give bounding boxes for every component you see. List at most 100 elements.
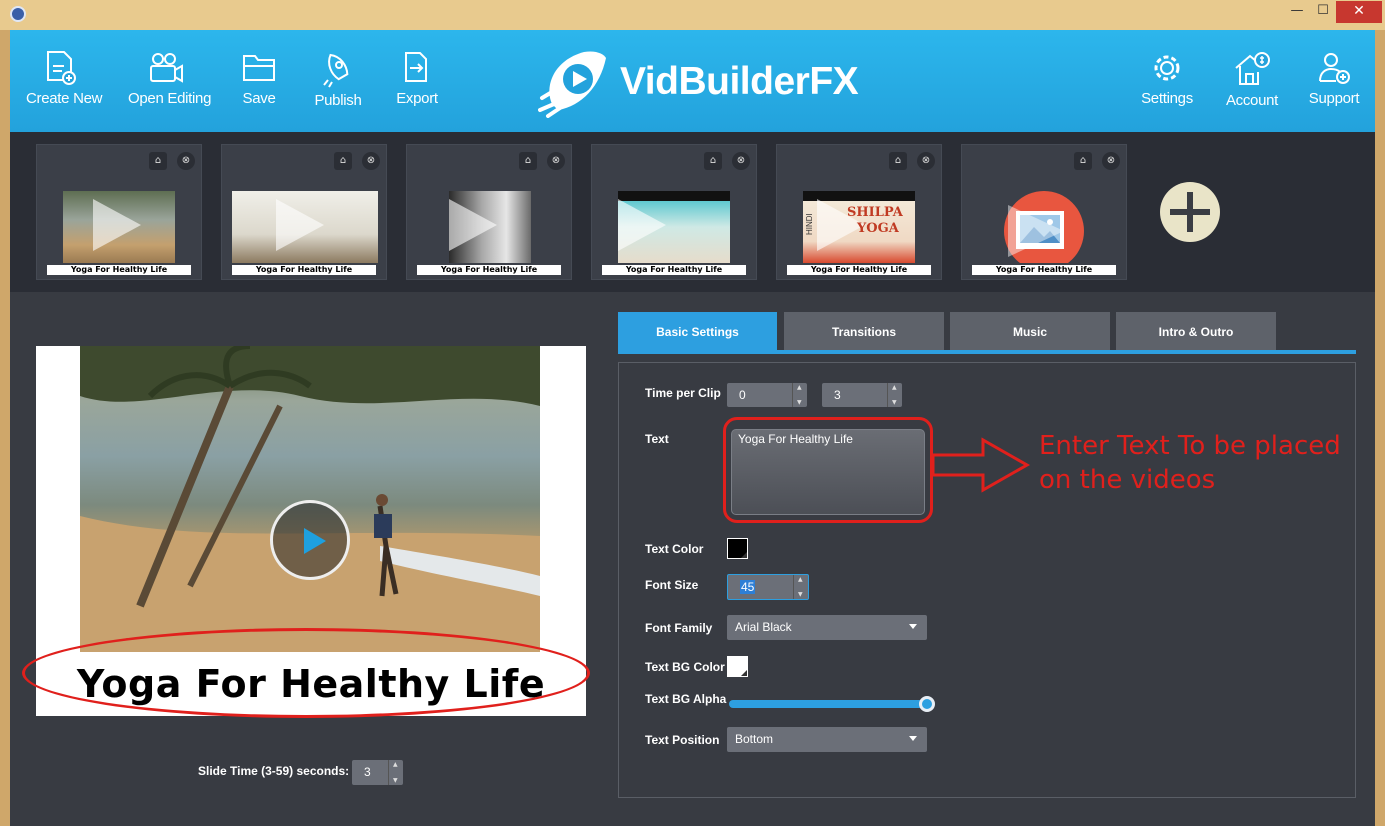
text-bg-alpha-slider[interactable] (729, 700, 931, 708)
play-icon (93, 199, 141, 251)
open-editing-button[interactable]: Open Editing (128, 50, 211, 130)
text-color-picker[interactable] (727, 538, 748, 559)
clip-thumbnail (449, 191, 531, 263)
save-label: Save (242, 90, 276, 107)
font-size-label: Font Size (645, 578, 699, 592)
title-bar: — ☐ ✕ (0, 0, 1385, 30)
text-position-value: Bottom (735, 732, 774, 746)
app-icon (10, 6, 26, 22)
text-bg-color-picker[interactable] (727, 656, 748, 677)
clip-thumbnail (232, 191, 378, 263)
clip-card[interactable]: ⌂ ⊗ Yoga For Healthy Life (36, 144, 202, 280)
clip-caption: Yoga For Healthy Life (232, 265, 376, 275)
set-cover-icon[interactable]: ⌂ (334, 152, 352, 170)
remove-clip-icon[interactable]: ⊗ (362, 152, 380, 170)
slide-time-stepper[interactable]: 3 (352, 760, 403, 785)
window-border-left (0, 30, 10, 826)
time-per-clip-minutes-value: 0 (739, 388, 746, 402)
text-position-label: Text Position (645, 733, 720, 747)
remove-clip-icon[interactable]: ⊗ (177, 152, 195, 170)
tab-basic-settings[interactable]: Basic Settings (618, 312, 777, 351)
clip-caption: Yoga For Healthy Life (602, 265, 746, 275)
preview-video[interactable] (80, 346, 540, 652)
maximize-button[interactable]: ☐ (1310, 1, 1336, 23)
text-label: Text (645, 432, 669, 446)
account-button[interactable]: Account (1224, 50, 1280, 130)
new-document-icon (47, 51, 76, 85)
clip-card[interactable]: ⌂ ⊗ Yoga For Healthy Life (221, 144, 387, 280)
close-button[interactable]: ✕ (1336, 1, 1382, 23)
folder-icon (243, 55, 275, 81)
window-border-right (1375, 30, 1385, 826)
stepper-arrows[interactable] (388, 760, 403, 785)
support-button[interactable]: Support (1306, 50, 1362, 130)
set-cover-icon[interactable]: ⌂ (704, 152, 722, 170)
clip-thumbnail: SHILPA YOGA HINDI (803, 191, 915, 263)
font-family-select[interactable]: Arial Black (727, 615, 927, 640)
add-clip-button[interactable] (1160, 182, 1220, 242)
image-placeholder-icon (1004, 191, 1084, 263)
font-size-stepper[interactable]: 45 (727, 574, 809, 600)
stepper-arrows[interactable] (792, 383, 807, 407)
create-new-label: Create New (26, 90, 103, 107)
set-cover-icon[interactable]: ⌂ (889, 152, 907, 170)
clip-card[interactable]: ⌂ ⊗ Yoga For Healthy Life (961, 144, 1127, 280)
clip-card[interactable]: ⌂ ⊗ Yoga For Healthy Life (591, 144, 757, 280)
tab-intro-outro[interactable]: Intro & Outro (1116, 312, 1276, 351)
time-per-clip-minutes-stepper[interactable]: 0 (727, 383, 807, 407)
chevron-down-icon (909, 736, 917, 741)
set-cover-icon[interactable]: ⌂ (519, 152, 537, 170)
tab-transitions[interactable]: Transitions (784, 312, 944, 351)
play-button[interactable] (270, 500, 350, 580)
clip-thumbnail (1004, 191, 1086, 263)
callout-arrow-icon (931, 437, 1031, 493)
clip-card[interactable]: ⌂ ⊗ SHILPA YOGA HINDI Yoga For Healthy L… (776, 144, 942, 280)
editor-main: Yoga For Healthy Life Slide Time (3-59) … (10, 292, 1375, 826)
play-icon (449, 199, 497, 251)
publish-button[interactable]: Publish (310, 50, 366, 130)
save-button[interactable]: Save (236, 50, 282, 130)
rocket-play-logo-icon (538, 51, 606, 118)
settings-button[interactable]: Settings (1138, 50, 1196, 130)
thumb-title: SHILPA YOGA (847, 205, 903, 237)
remove-clip-icon[interactable]: ⊗ (1102, 152, 1120, 170)
play-icon (276, 199, 324, 251)
stepper-arrows[interactable] (887, 383, 902, 407)
settings-label: Settings (1141, 90, 1193, 107)
basic-settings-panel: Time per Clip 0 3 Text Yoga For Healthy … (618, 362, 1356, 798)
clip-caption: Yoga For Healthy Life (417, 265, 561, 275)
stepper-arrows[interactable] (793, 575, 808, 599)
app-header: Create New Open Editing Save Publish Exp… (10, 30, 1375, 132)
gear-icon (1154, 55, 1180, 81)
text-color-label: Text Color (645, 542, 704, 556)
remove-clip-icon[interactable]: ⊗ (547, 152, 565, 170)
tab-music[interactable]: Music (950, 312, 1110, 351)
text-position-select[interactable]: Bottom (727, 727, 927, 752)
clip-thumbnail (63, 191, 175, 263)
clip-caption: Yoga For Healthy Life (47, 265, 191, 275)
account-house-icon (1235, 52, 1270, 85)
rocket-icon (323, 53, 349, 88)
app-window: — ☐ ✕ Create New Open Editing Save Publi… (0, 0, 1385, 826)
slide-time-value: 3 (364, 765, 371, 779)
export-button[interactable]: Export (394, 50, 440, 130)
remove-clip-icon[interactable]: ⊗ (732, 152, 750, 170)
chevron-down-icon (909, 624, 917, 629)
vidbuilderfx-logo: VidBuilderFX (538, 46, 878, 118)
remove-clip-icon[interactable]: ⊗ (917, 152, 935, 170)
text-bg-alpha-label: Text BG Alpha (645, 692, 727, 706)
create-new-button[interactable]: Create New (26, 50, 103, 130)
set-cover-icon[interactable]: ⌂ (149, 152, 167, 170)
font-size-value: 45 (740, 580, 756, 594)
set-cover-icon[interactable]: ⌂ (1074, 152, 1092, 170)
font-family-value: Arial Black (735, 620, 792, 634)
callout-text: Enter Text To be placed on the videos (1039, 431, 1341, 495)
time-per-clip-seconds-stepper[interactable]: 3 (822, 383, 902, 407)
clip-card[interactable]: ⌂ ⊗ Yoga For Healthy Life (406, 144, 572, 280)
slider-handle[interactable] (919, 696, 935, 712)
add-user-icon (1319, 53, 1350, 84)
text-highlight-box (723, 417, 933, 523)
thumb-text-shilpa: SHILPA (847, 205, 903, 220)
minimize-button[interactable]: — (1284, 1, 1310, 23)
export-icon (405, 52, 427, 82)
